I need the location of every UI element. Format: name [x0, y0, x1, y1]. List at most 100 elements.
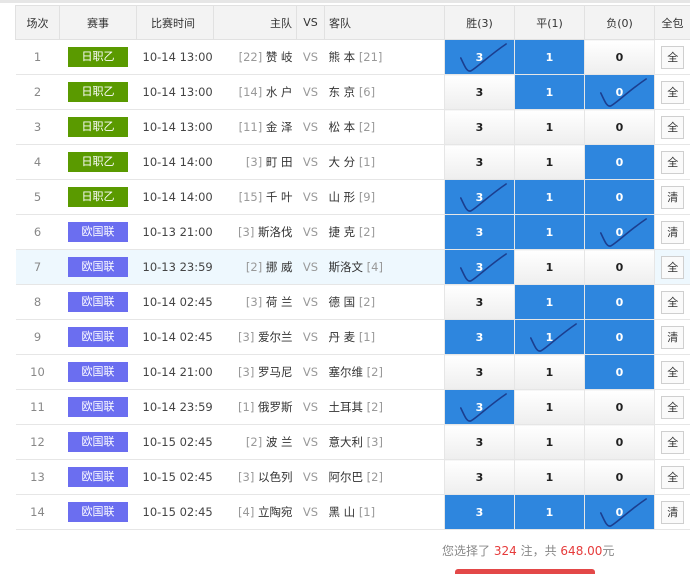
away-rank: [2]	[358, 120, 376, 134]
league-cell: 欧国联	[59, 424, 137, 460]
draw-option[interactable]: 1	[514, 424, 585, 460]
pack-button[interactable]: 全	[661, 430, 685, 454]
league-badge[interactable]: 日职乙	[68, 152, 128, 172]
draw-option[interactable]: 1	[514, 389, 585, 425]
lose-option[interactable]: 0	[584, 424, 655, 460]
win-option[interactable]: 3	[444, 424, 515, 460]
league-badge[interactable]: 欧国联	[68, 292, 128, 312]
win-option[interactable]: 3	[444, 284, 515, 320]
league-badge[interactable]: 欧国联	[68, 222, 128, 242]
win-option[interactable]: 3	[444, 319, 515, 355]
draw-option[interactable]: 1	[514, 354, 585, 390]
pack-button[interactable]: 全	[661, 150, 685, 174]
pack-cell: 全	[654, 354, 690, 390]
away-team: 黑 山 [1]	[324, 494, 445, 530]
pack-button[interactable]: 全	[661, 80, 685, 104]
win-option[interactable]: 3	[444, 459, 515, 495]
home-name: 波 兰	[265, 435, 293, 449]
league-badge[interactable]: 日职乙	[68, 47, 128, 67]
lose-option[interactable]: 0	[584, 144, 655, 180]
lose-option[interactable]: 0	[584, 214, 655, 250]
header-time: 比赛时间	[136, 5, 214, 40]
league-badge[interactable]: 日职乙	[68, 117, 128, 137]
win-option[interactable]: 3	[444, 214, 515, 250]
pack-button[interactable]: 全	[661, 465, 685, 489]
away-name: 丹 麦	[328, 330, 356, 344]
submit-button[interactable]	[455, 569, 595, 574]
pack-button[interactable]: 全	[661, 255, 685, 279]
win-option[interactable]: 3	[444, 74, 515, 110]
pack-button[interactable]: 清	[661, 500, 685, 524]
home-name: 爱尔兰	[258, 330, 293, 344]
draw-value: 1	[545, 155, 554, 169]
win-option[interactable]: 3	[444, 249, 515, 285]
draw-option[interactable]: 1	[514, 144, 585, 180]
away-rank: [2]	[366, 400, 383, 414]
league-badge[interactable]: 日职乙	[68, 82, 128, 102]
draw-option[interactable]: 1	[514, 74, 585, 110]
win-option[interactable]: 3	[444, 354, 515, 390]
win-option[interactable]: 3	[444, 39, 515, 75]
win-option[interactable]: 3	[444, 494, 515, 530]
pack-button[interactable]: 全	[661, 115, 685, 139]
win-option[interactable]: 3	[444, 179, 515, 215]
lose-option[interactable]: 0	[584, 249, 655, 285]
draw-option[interactable]: 1	[514, 459, 585, 495]
pack-cell: 全	[654, 389, 690, 425]
home-rank: [2]	[245, 435, 263, 449]
lose-option[interactable]: 0	[584, 39, 655, 75]
lose-option[interactable]: 0	[584, 109, 655, 145]
home-team: [2] 波 兰	[213, 424, 297, 460]
lose-option[interactable]: 0	[584, 179, 655, 215]
pack-button[interactable]: 清	[661, 325, 685, 349]
league-badge[interactable]: 欧国联	[68, 502, 128, 522]
win-option[interactable]: 3	[444, 144, 515, 180]
draw-option[interactable]: 1	[514, 249, 585, 285]
lose-option[interactable]: 0	[584, 74, 655, 110]
vs-label: VS	[296, 179, 325, 215]
pack-button[interactable]: 全	[661, 290, 685, 314]
league-badge[interactable]: 欧国联	[68, 432, 128, 452]
draw-option[interactable]: 1	[514, 109, 585, 145]
draw-option[interactable]: 1	[514, 284, 585, 320]
match-time: 10-14 13:00	[136, 109, 214, 145]
lose-value: 0	[615, 85, 624, 99]
match-number: 12	[15, 424, 60, 460]
league-badge[interactable]: 欧国联	[68, 397, 128, 417]
lose-option[interactable]: 0	[584, 494, 655, 530]
home-rank: [14]	[238, 85, 263, 99]
lose-option[interactable]: 0	[584, 354, 655, 390]
pack-button[interactable]: 清	[661, 220, 685, 244]
match-number: 14	[15, 494, 60, 530]
lose-option[interactable]: 0	[584, 459, 655, 495]
match-time: 10-14 23:59	[136, 389, 214, 425]
match-time: 10-15 02:45	[136, 494, 214, 530]
draw-option[interactable]: 1	[514, 214, 585, 250]
home-team: [4] 立陶宛	[213, 494, 297, 530]
pack-button[interactable]: 全	[661, 45, 685, 69]
pack-button[interactable]: 全	[661, 360, 685, 384]
draw-option[interactable]: 1	[514, 494, 585, 530]
win-option[interactable]: 3	[444, 389, 515, 425]
header-no: 场次	[15, 5, 60, 40]
home-name: 俄罗斯	[258, 400, 293, 414]
pack-button[interactable]: 全	[661, 395, 685, 419]
draw-option[interactable]: 1	[514, 179, 585, 215]
away-team: 熊 本 [21]	[324, 39, 445, 75]
match-time: 10-14 14:00	[136, 144, 214, 180]
draw-option[interactable]: 1	[514, 39, 585, 75]
lose-option[interactable]: 0	[584, 319, 655, 355]
league-badge[interactable]: 欧国联	[68, 467, 128, 487]
pack-button[interactable]: 清	[661, 185, 685, 209]
league-badge[interactable]: 欧国联	[68, 327, 128, 347]
win-option[interactable]: 3	[444, 109, 515, 145]
lose-option[interactable]: 0	[584, 389, 655, 425]
match-time: 10-14 14:00	[136, 179, 214, 215]
league-badge[interactable]: 欧国联	[68, 257, 128, 277]
league-badge[interactable]: 日职乙	[68, 187, 128, 207]
vs-label: VS	[296, 144, 325, 180]
lose-option[interactable]: 0	[584, 284, 655, 320]
league-badge[interactable]: 欧国联	[68, 362, 128, 382]
league-cell: 欧国联	[59, 284, 137, 320]
draw-option[interactable]: 1	[514, 319, 585, 355]
